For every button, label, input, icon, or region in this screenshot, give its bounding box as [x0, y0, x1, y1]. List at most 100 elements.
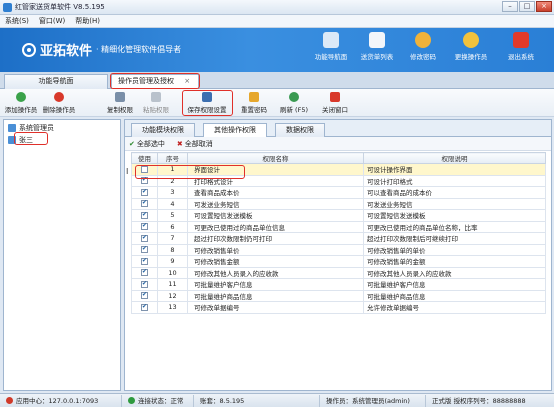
permission-desc-cell: 可以查看商品的成本价	[363, 186, 546, 199]
check-icon: ✔	[129, 139, 135, 148]
table-row[interactable]: 12可批量维护商品信息可批量维护商品信息	[131, 289, 546, 302]
minimize-button[interactable]: –	[502, 1, 518, 12]
maximize-button[interactable]: □	[519, 1, 535, 12]
permissions-pane: 功能模块权限 其他操作权限 数据权限 ✔ 全部选中 ✖ 全部取消 使用 序号 权限名…	[124, 119, 552, 391]
copy-permissions-label: 复制权限	[107, 106, 133, 114]
app-center-icon	[6, 397, 13, 404]
use-cell[interactable]	[131, 278, 158, 291]
table-row[interactable]: 5可设置短信发送模板可设置短信发送模板	[131, 209, 546, 222]
table-row[interactable]: 3查看商品成本价可以查看商品的成本价	[131, 186, 546, 199]
col-permission-name[interactable]: 权限名称	[187, 152, 364, 164]
tab-function-nav-label: 功能导航面	[38, 77, 74, 85]
table-row[interactable]: 11可批量维护客户信息可批量维护客户信息	[131, 278, 546, 291]
use-cell[interactable]	[131, 289, 158, 302]
use-cell[interactable]	[131, 243, 158, 256]
table-row[interactable]: 10可修改其他人员录入的应收款可修改其他人员录入的应收款	[131, 266, 546, 279]
use-checkbox[interactable]	[141, 245, 148, 254]
menu-help[interactable]: 帮助(H)	[75, 16, 100, 26]
table-row[interactable]: 4可发送业务短信可发送业务短信	[131, 197, 546, 210]
nav-panel-button[interactable]: 功能导航面	[310, 30, 352, 70]
use-checkbox[interactable]	[141, 268, 148, 277]
exit-system-button[interactable]: 退出系统	[500, 30, 542, 70]
use-cell[interactable]	[131, 186, 158, 199]
toolbar: 添加操作员 删除操作员 复制权限 粘贴权限 保存权限设置 重置密码 刷新 (F5…	[0, 89, 554, 117]
use-checkbox[interactable]	[141, 199, 148, 208]
list-icon	[369, 32, 385, 48]
permission-desc-cell: 允许修改单据编号	[363, 301, 546, 314]
use-cell[interactable]	[131, 255, 158, 268]
paste-permissions-label: 粘贴权限	[143, 106, 169, 114]
number-cell: 11	[157, 278, 188, 291]
table-row[interactable]: 6可更改已使用过的商品单位信息可更改已使用过的商品单位名称，比率	[131, 220, 546, 233]
use-checkbox[interactable]	[141, 222, 148, 231]
tab-other-permissions[interactable]: 其他操作权限	[203, 123, 267, 137]
use-cell[interactable]	[131, 209, 158, 222]
menu-system[interactable]: 系统(S)	[5, 16, 29, 26]
tab-module-permissions[interactable]: 功能模块权限	[131, 123, 195, 137]
permission-name-cell: 查看商品成本价	[187, 186, 364, 199]
tab-data-permissions[interactable]: 数据权限	[275, 123, 325, 137]
table-header: 使用 序号 权限名称 权限说明	[131, 152, 546, 164]
add-operator-button[interactable]: 添加操作员	[3, 91, 39, 115]
add-operator-label: 添加操作员	[4, 106, 38, 114]
permission-name-cell: 可修改其他人员录入的应收款	[187, 266, 364, 279]
clear-all-button[interactable]: ✖ 全部取消	[177, 139, 213, 149]
status-bar: 应用中心：127.0.0.1:7093 连接状态：正常 账套：8.5.195 操…	[0, 393, 554, 407]
use-checkbox[interactable]	[141, 257, 148, 265]
permission-desc-cell: 超过打印次数限制后可继续打印	[363, 232, 546, 245]
number-cell: 5	[157, 209, 188, 222]
select-all-button[interactable]: ✔ 全部选中	[129, 139, 165, 149]
table-row[interactable]: 13可修改单据编号允许修改单据编号	[131, 301, 546, 314]
use-checkbox[interactable]	[141, 280, 148, 288]
operator-tree: 系统管理员 张三	[3, 119, 121, 391]
permission-name-cell: 可更改已使用过的商品单位信息	[187, 220, 364, 233]
exit-system-label: 退出系统	[508, 53, 534, 61]
status-operator: 操作员：系统管理员(admin)	[320, 394, 426, 407]
col-use[interactable]: 使用	[131, 152, 158, 164]
change-password-button[interactable]: 修改密码	[402, 30, 444, 70]
permission-desc-cell: 可发送业务短信	[363, 197, 546, 210]
key-icon	[249, 92, 259, 102]
paste-permissions-button[interactable]: 粘贴权限	[140, 91, 172, 115]
number-cell: 8	[157, 243, 188, 256]
power-icon	[513, 32, 529, 48]
use-cell[interactable]	[131, 197, 158, 210]
table-row[interactable]: 8可修改销售单价可修改销售单的单价	[131, 243, 546, 256]
tab-function-nav[interactable]: 功能导航面	[4, 74, 108, 89]
paste-icon	[151, 92, 161, 102]
col-permission-desc[interactable]: 权限说明	[363, 152, 546, 164]
use-cell[interactable]	[131, 232, 158, 245]
number-cell: 7	[157, 232, 188, 245]
save-highlight-box	[182, 90, 233, 116]
use-checkbox[interactable]	[141, 234, 148, 242]
menu-window[interactable]: 窗口(W)	[39, 16, 65, 26]
delivery-list-label: 送货单列表	[360, 53, 394, 61]
switch-operator-button[interactable]: 更换操作员	[450, 30, 492, 70]
permission-desc-cell: 可设计操作界面	[363, 163, 546, 176]
use-checkbox[interactable]	[141, 211, 148, 219]
table-row[interactable]: 9可修改销售金额可修改销售单的金额	[131, 255, 546, 268]
permission-name-cell: 可设置短信发送模板	[187, 209, 364, 222]
cross-icon: ✖	[176, 139, 183, 148]
use-cell[interactable]	[131, 266, 158, 279]
use-checkbox[interactable]	[141, 291, 148, 300]
close-window-button[interactable]: ×	[536, 1, 552, 12]
use-cell[interactable]	[131, 220, 158, 233]
col-number[interactable]: 序号	[157, 152, 188, 164]
menu-bar: 系统(S) 窗口(W) 帮助(H)	[0, 15, 554, 28]
number-cell: 13	[157, 301, 188, 314]
table-row[interactable]: 7超过打印次数限制仍可打印超过打印次数限制后可继续打印	[131, 232, 546, 245]
tree-item-admin-label: 系统管理员	[19, 123, 54, 132]
permission-desc-cell: 可修改销售单的单价	[363, 243, 546, 256]
brand-logo: 亚拓软件 · 精细化管理软件倡导者	[22, 40, 181, 59]
close-window-toolbar-button[interactable]: 关闭窗口	[318, 91, 352, 115]
reset-password-button[interactable]: 重置密码	[238, 91, 270, 115]
refresh-button[interactable]: 刷新 (F5)	[277, 91, 311, 115]
use-cell[interactable]	[131, 301, 158, 314]
change-password-label: 修改密码	[410, 53, 436, 61]
delivery-list-button[interactable]: 送货单列表	[356, 30, 398, 70]
delete-operator-button[interactable]: 删除操作员	[41, 91, 77, 115]
use-checkbox[interactable]	[141, 303, 148, 311]
copy-permissions-button[interactable]: 复制权限	[104, 91, 136, 115]
use-checkbox[interactable]	[141, 188, 148, 196]
